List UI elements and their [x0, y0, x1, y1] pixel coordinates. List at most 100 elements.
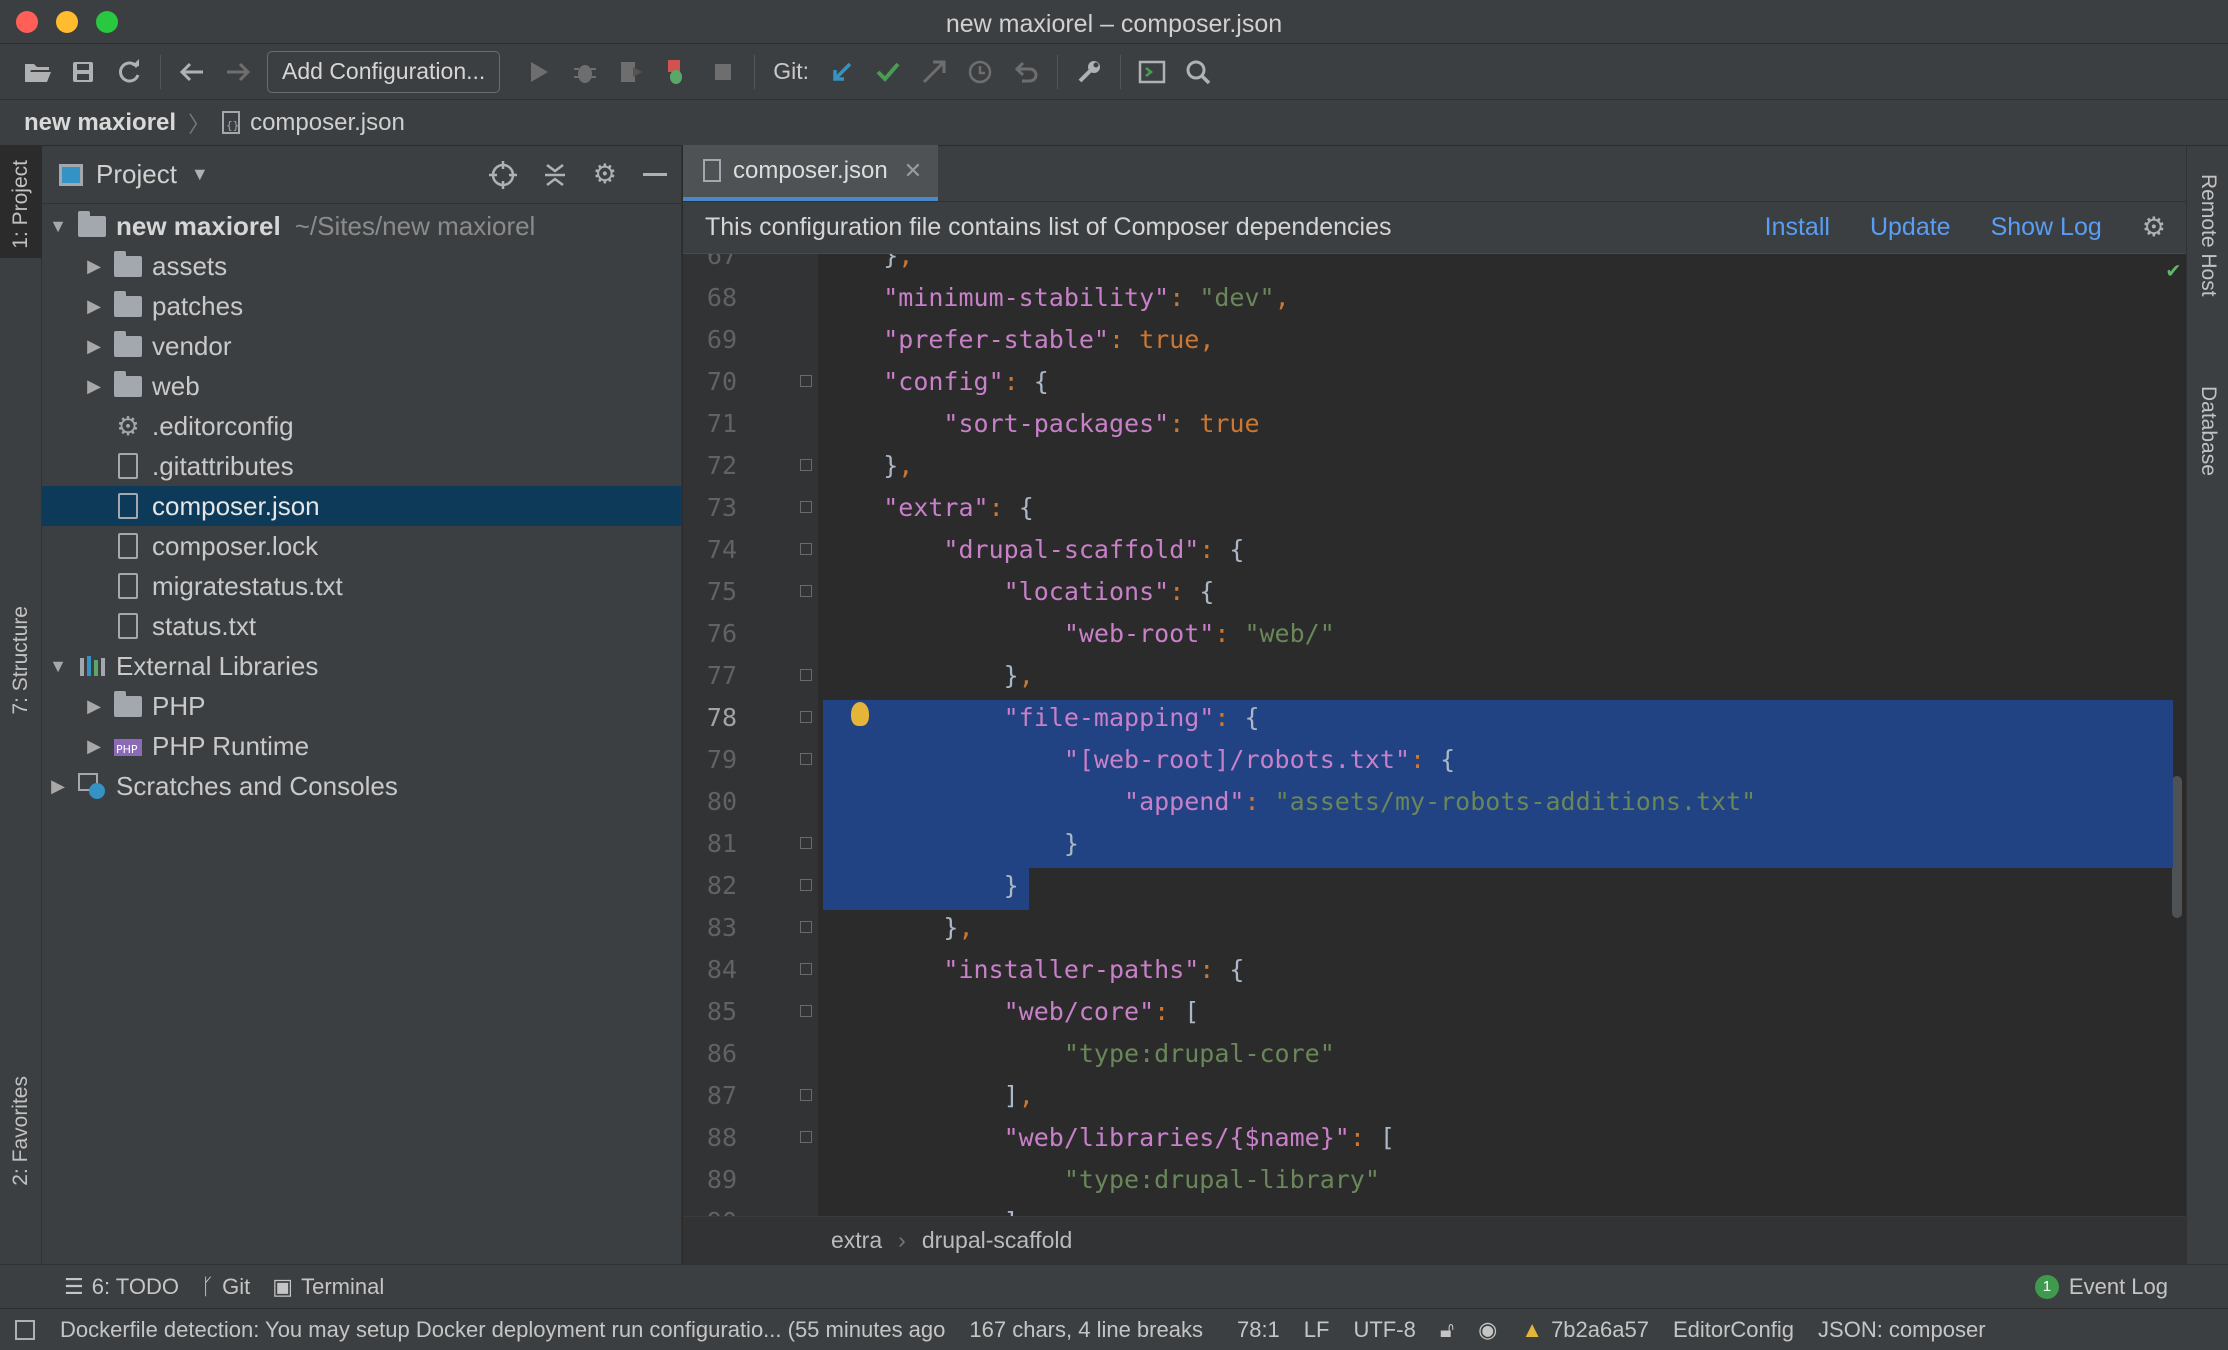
back-icon[interactable] — [169, 49, 215, 95]
git-commit-icon[interactable] — [865, 49, 911, 95]
code-editor[interactable]: ✔ 67 }, 68 "minimum-stability": "dev", 6… — [683, 254, 2186, 1216]
inspector-icon[interactable]: ◉ — [1478, 1317, 1497, 1343]
folder-icon — [110, 330, 146, 357]
wrench-icon[interactable] — [1066, 49, 1112, 95]
database-tool-tab[interactable]: Database — [2187, 386, 2228, 526]
tree-file-status[interactable]: status.txt — [42, 606, 681, 646]
fold-marker-icon[interactable] — [800, 585, 812, 597]
line-separator[interactable]: LF — [1304, 1317, 1330, 1343]
collapsed-arrow-icon[interactable]: ▶ — [78, 736, 110, 757]
fold-marker-icon[interactable] — [800, 837, 812, 849]
tree-file-composer-lock[interactable]: composer.lock — [42, 526, 681, 566]
fold-marker-icon[interactable] — [800, 459, 812, 471]
collapsed-arrow-icon[interactable]: ▶ — [78, 376, 110, 397]
project-panel-title[interactable]: Project — [96, 159, 177, 190]
fold-marker-icon[interactable] — [800, 1005, 812, 1017]
git-commit-hash[interactable]: 7b2a6a57 — [1551, 1317, 1649, 1343]
collapse-all-icon[interactable] — [543, 162, 567, 188]
editor-tab-composer-json[interactable]: composer.json ✕ — [683, 145, 939, 201]
locate-icon[interactable] — [488, 160, 517, 189]
caret-position[interactable]: 78:1 — [1237, 1317, 1280, 1343]
tree-external-libraries[interactable]: ▼ External Libraries — [42, 646, 681, 686]
fold-marker-icon[interactable] — [800, 1131, 812, 1143]
todo-tool-button[interactable]: ☰ 6: TODO — [64, 1274, 179, 1300]
file-encoding[interactable]: UTF-8 — [1353, 1317, 1415, 1343]
code-line: 79 "[web-root]/robots.txt": { — [683, 738, 2186, 780]
hide-panel-icon[interactable] — [643, 172, 667, 178]
history-icon[interactable] — [957, 49, 1003, 95]
git-update-icon[interactable] — [819, 49, 865, 95]
terminal-icon[interactable] — [1129, 49, 1175, 95]
remote-host-tool-tab[interactable]: Remote Host — [2187, 174, 2228, 354]
fold-marker-icon[interactable] — [800, 921, 812, 933]
terminal-tool-button[interactable]: ▣ Terminal — [272, 1274, 384, 1300]
rollback-icon[interactable] — [1003, 49, 1049, 95]
project-tool-tab-label: 1: Project — [9, 160, 32, 249]
chevron-down-icon[interactable]: ▼ — [191, 164, 209, 185]
collapsed-arrow-icon[interactable]: ▶ — [78, 336, 110, 357]
event-log-button[interactable]: 1 Event Log — [2034, 1274, 2168, 1300]
collapsed-arrow-icon[interactable]: ▶ — [78, 696, 110, 717]
show-log-link[interactable]: Show Log — [1991, 213, 2102, 242]
run-icon[interactable] — [516, 49, 562, 95]
structure-tool-tab[interactable]: 7: Structure — [0, 606, 42, 742]
breadcrumb-drupal-scaffold[interactable]: drupal-scaffold — [922, 1227, 1072, 1254]
fold-marker-icon[interactable] — [800, 879, 812, 891]
coverage-icon[interactable] — [608, 49, 654, 95]
tree-folder-web[interactable]: ▶ web — [42, 366, 681, 406]
git-push-icon[interactable] — [911, 49, 957, 95]
collapsed-arrow-icon[interactable]: ▶ — [78, 296, 110, 317]
profile-icon[interactable] — [654, 49, 700, 95]
tree-php-runtime[interactable]: ▶ PHP PHP Runtime — [42, 726, 681, 766]
panel-toggle-icon[interactable] — [14, 1319, 36, 1341]
fold-marker-icon[interactable] — [800, 543, 812, 555]
tree-file-gitattributes[interactable]: .gitattributes — [42, 446, 681, 486]
terminal-icon: ▣ — [272, 1273, 294, 1299]
fold-marker-icon[interactable] — [800, 1089, 812, 1101]
nav-file[interactable]: composer.json — [250, 109, 405, 137]
search-icon[interactable] — [1175, 49, 1221, 95]
fold-marker-icon[interactable] — [800, 963, 812, 975]
collapsed-arrow-icon[interactable]: ▶ — [78, 256, 110, 277]
fold-marker-icon[interactable] — [800, 501, 812, 513]
collapsed-arrow-icon[interactable]: ▶ — [42, 776, 74, 797]
lock-icon[interactable]: 🔓︎ — [1440, 1317, 1454, 1343]
debug-icon[interactable] — [562, 49, 608, 95]
fold-marker-icon[interactable] — [800, 375, 812, 387]
git-label: Git: — [773, 58, 810, 84]
fold-marker-icon[interactable] — [800, 669, 812, 681]
gear-icon[interactable]: ⚙ — [2142, 212, 2166, 243]
tree-file-composer-json[interactable]: composer.json — [42, 486, 681, 526]
tree-file-editorconfig[interactable]: ⚙ .editorconfig — [42, 406, 681, 446]
git-tool-button[interactable]: ᚴ Git — [201, 1274, 250, 1300]
expanded-arrow-icon[interactable]: ▼ — [42, 216, 74, 237]
tree-php[interactable]: ▶ PHP — [42, 686, 681, 726]
tree-scratches[interactable]: ▶ Scratches and Consoles — [42, 766, 681, 806]
nav-project[interactable]: new maxiorel — [24, 109, 176, 137]
stop-icon[interactable] — [700, 49, 746, 95]
editorconfig-status[interactable]: EditorConfig — [1673, 1317, 1794, 1343]
tree-folder-assets[interactable]: ▶ assets — [42, 246, 681, 286]
gear-icon[interactable]: ⚙ — [593, 159, 617, 190]
breadcrumb-extra[interactable]: extra — [831, 1227, 882, 1254]
close-icon[interactable]: ✕ — [904, 158, 922, 184]
chevron-right-icon: 〉 — [188, 111, 211, 137]
open-folder-icon[interactable] — [14, 49, 60, 95]
sync-icon[interactable] — [106, 49, 152, 95]
add-configuration-button[interactable]: Add Configuration... — [267, 50, 501, 93]
install-link[interactable]: Install — [1765, 213, 1830, 242]
status-message[interactable]: Dockerfile detection: You may setup Dock… — [60, 1317, 945, 1343]
expanded-arrow-icon[interactable]: ▼ — [42, 656, 74, 677]
tree-folder-vendor[interactable]: ▶ vendor — [42, 326, 681, 366]
forward-icon[interactable] — [215, 49, 261, 95]
project-tool-tab[interactable]: 1: Project — [0, 146, 42, 258]
json-schema[interactable]: JSON: composer — [1818, 1317, 1986, 1343]
fold-marker-icon[interactable] — [800, 711, 812, 723]
save-icon[interactable] — [60, 49, 106, 95]
favorites-tool-tab[interactable]: 2: Favorites — [0, 1076, 42, 1212]
tree-folder-patches[interactable]: ▶ patches — [42, 286, 681, 326]
update-link[interactable]: Update — [1870, 213, 1951, 242]
fold-marker-icon[interactable] — [800, 753, 812, 765]
tree-file-migratestatus[interactable]: migratestatus.txt — [42, 566, 681, 606]
tree-root[interactable]: ▼ new maxiorel ~/Sites/new maxiorel — [42, 206, 681, 246]
